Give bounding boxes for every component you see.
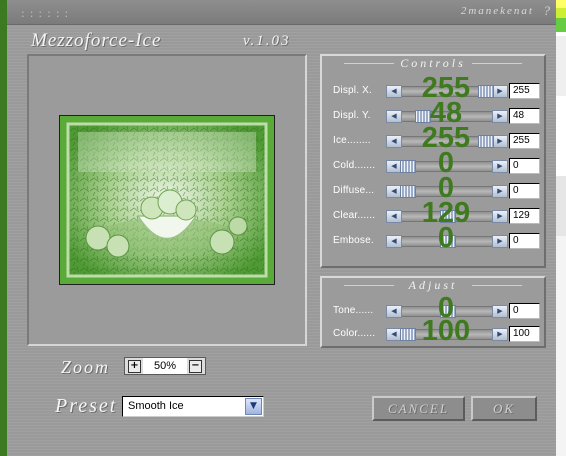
slider-label: Diffuse...	[333, 185, 375, 196]
slider-row: Diffuse... ◀ ▶ 0 0	[322, 173, 544, 204]
slider-label: Ice........	[333, 135, 371, 146]
host-app-palette	[556, 0, 566, 456]
increase-arrow-icon[interactable]: ▶	[492, 235, 508, 248]
slider-value-input[interactable]: 255	[509, 83, 540, 99]
slider-row: Embose. ◀ ▶ 0 0	[322, 223, 544, 254]
decrease-arrow-icon[interactable]: ◀	[386, 135, 402, 148]
preview-artwork	[60, 116, 274, 284]
slider-row: Tone...... ◀ ▶ 0 0	[322, 293, 544, 324]
slider-value-input[interactable]: 0	[509, 158, 540, 174]
slider-label: Cold.......	[333, 160, 376, 171]
slider-thumb[interactable]	[400, 328, 416, 341]
preview-panel	[27, 54, 307, 346]
slider-thumb[interactable]	[440, 235, 456, 248]
slider-row: Cold....... ◀ ▶ 0 0	[322, 148, 544, 179]
increase-arrow-icon[interactable]: ▶	[492, 160, 508, 173]
help-button[interactable]: ?	[544, 3, 551, 19]
slider-row: Displ. Y. ◀ ▶ 48 48	[322, 98, 544, 129]
slider-thumb[interactable]	[440, 210, 456, 223]
slider-thumb[interactable]	[478, 135, 494, 148]
preset-dropdown[interactable]: Smooth Ice ▼	[122, 396, 264, 417]
decrease-arrow-icon[interactable]: ◀	[386, 305, 402, 318]
slider-row: Clear...... ◀ ▶ 129 129	[322, 198, 544, 229]
title-bar[interactable]: :::::: 2manekenat ?	[7, 0, 556, 25]
zoom-in-button[interactable]: +	[128, 360, 141, 373]
controls-title: Controls	[322, 56, 544, 70]
slider-label: Clear......	[333, 210, 376, 221]
preset-value: Smooth Ice	[128, 400, 184, 412]
slider-thumb[interactable]	[400, 160, 416, 173]
zoom-label: Zoom	[61, 357, 111, 377]
slider-label: Displ. Y.	[333, 110, 371, 121]
controls-group: Controls Displ. X. ◀ ▶ 255 255 Displ. Y. ◀ ▶ 48 4…	[320, 54, 546, 268]
preset-label: Preset	[55, 395, 118, 417]
slider-track[interactable]	[386, 111, 508, 122]
zoom-control: + 50% −	[124, 357, 206, 375]
increase-arrow-icon[interactable]: ▶	[492, 210, 508, 223]
slider-thumb[interactable]	[400, 185, 416, 198]
decrease-arrow-icon[interactable]: ◀	[386, 210, 402, 223]
slider-row: Color...... ◀ ▶ 100 100	[322, 316, 544, 347]
adjust-group: Adjust Tone...... ◀ ▶ 0 0 Color...... ◀ ▶ 100 100	[320, 276, 546, 348]
slider-thumb[interactable]	[440, 305, 456, 318]
version-label: v.1.03	[243, 33, 291, 49]
drag-grip-icon[interactable]: ::::::	[21, 7, 73, 20]
slider-value-input[interactable]: 0	[509, 233, 540, 249]
slider-thumb[interactable]	[415, 110, 431, 123]
slider-label: Tone......	[333, 305, 374, 316]
adjust-title: Adjust	[322, 278, 544, 292]
plugin-window: :::::: 2manekenat ? Mezzoforce-Ice v.1.0…	[7, 0, 556, 456]
decrease-arrow-icon[interactable]: ◀	[386, 110, 402, 123]
preview-image[interactable]	[59, 115, 275, 285]
host-app-edge	[0, 0, 7, 456]
slider-label: Color......	[333, 328, 376, 339]
increase-arrow-icon[interactable]: ▶	[492, 328, 508, 341]
slider-value-input[interactable]: 0	[509, 303, 540, 319]
increase-arrow-icon[interactable]: ▶	[492, 135, 508, 148]
increase-arrow-icon[interactable]: ▶	[492, 85, 508, 98]
cancel-button[interactable]: CANCEL	[372, 396, 465, 421]
slider-row: Ice........ ◀ ▶ 255 255	[322, 123, 544, 154]
slider-thumb[interactable]	[478, 85, 494, 98]
decrease-arrow-icon[interactable]: ◀	[386, 85, 402, 98]
slider-value-input[interactable]: 255	[509, 133, 540, 149]
slider-label: Embose.	[333, 235, 374, 246]
app-title: Mezzoforce-Ice	[31, 30, 162, 51]
increase-arrow-icon[interactable]: ▶	[492, 305, 508, 318]
author-label: 2manekenat	[460, 5, 534, 17]
chevron-down-icon[interactable]: ▼	[245, 398, 262, 415]
zoom-value: 50%	[143, 358, 187, 374]
increase-arrow-icon[interactable]: ▶	[492, 185, 508, 198]
slider-value-input[interactable]: 0	[509, 183, 540, 199]
zoom-out-button[interactable]: −	[189, 360, 202, 373]
decrease-arrow-icon[interactable]: ◀	[386, 235, 402, 248]
slider-row: Displ. X. ◀ ▶ 255 255	[322, 73, 544, 104]
slider-value-input[interactable]: 48	[509, 108, 540, 124]
slider-value-input[interactable]: 100	[509, 326, 540, 342]
slider-value-input[interactable]: 129	[509, 208, 540, 224]
ok-button[interactable]: OK	[471, 396, 537, 421]
slider-label: Displ. X.	[333, 85, 373, 96]
increase-arrow-icon[interactable]: ▶	[492, 110, 508, 123]
